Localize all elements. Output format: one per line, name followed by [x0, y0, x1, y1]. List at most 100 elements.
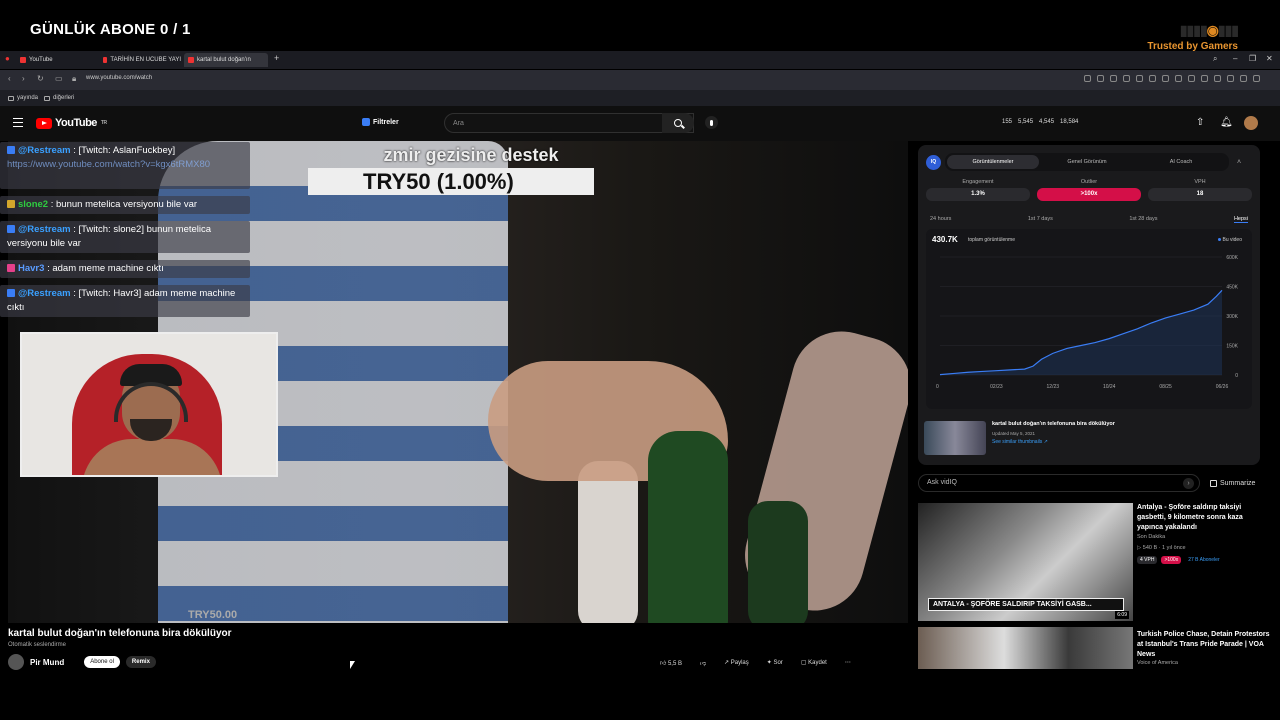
total-views-label[interactable]: toplam görüntülenme — [968, 237, 1015, 243]
share-button[interactable]: ↗ Paylaş — [724, 659, 749, 667]
remix-button[interactable]: Remix — [125, 656, 156, 668]
collapse-icon[interactable]: ˄ — [1237, 159, 1241, 166]
extension-icon[interactable] — [1097, 75, 1104, 82]
tab-tarihin[interactable]: TARİHİN EN UCUBE YAYI — [103, 53, 181, 67]
voice-search-icon[interactable] — [705, 116, 718, 129]
related-thumbnail[interactable] — [924, 421, 986, 455]
tab-kartal[interactable]: kartal bulut doğan'ın — [184, 53, 268, 67]
avatar[interactable] — [1244, 116, 1258, 130]
extension-icon[interactable] — [1162, 75, 1169, 82]
range-tabs: 24 hours 1st 7 days 1st 28 days Hepsi — [926, 216, 1252, 223]
badge-icon — [7, 264, 15, 272]
brand-overlay: ▮▮▮▮◉▮▮▮ Trusted by Gamers — [1147, 22, 1239, 52]
y-tick-label: 0 — [1235, 373, 1238, 379]
extension-icon[interactable] — [1175, 75, 1182, 82]
back-icon[interactable]: ‹ — [8, 74, 11, 83]
y-tick-label: 300K — [1226, 314, 1238, 320]
extension-icon[interactable] — [1227, 75, 1234, 82]
site-info-icon[interactable]: ▭ — [55, 74, 63, 83]
x-tick-label: 06/26 — [1216, 384, 1229, 390]
more-icon[interactable]: ⋯ — [845, 659, 851, 667]
bookmark-yayinda[interactable]: yayında — [8, 95, 38, 101]
ask-submit-icon[interactable]: › — [1183, 478, 1194, 489]
video-watermark: TRY50.00 — [188, 609, 238, 621]
related-video[interactable]: kartal bulut doğan'ın telefonuna bira dö… — [924, 421, 1192, 455]
youtube-favicon-icon — [103, 57, 108, 63]
recommendation-channel[interactable]: Son Dakika — [1137, 534, 1165, 540]
extension-icon[interactable] — [1084, 75, 1091, 82]
chart-legend: Bu video — [1218, 237, 1242, 243]
like-button[interactable]: 👍︎ 5,5 B — [660, 659, 682, 667]
minimize-icon[interactable]: – — [1233, 54, 1237, 63]
extension-icon[interactable] — [1240, 75, 1247, 82]
new-tab-icon[interactable]: + — [274, 53, 279, 63]
ask-vidiq-input[interactable]: Ask vidIQ — [918, 474, 1200, 492]
reload-icon[interactable]: ↻ — [37, 74, 44, 83]
channel-name[interactable]: Pir Mund — [30, 658, 64, 667]
range-7d[interactable]: 1st 7 days — [1028, 216, 1053, 223]
x-tick-label: 02/23 — [990, 384, 1003, 390]
save-label: Kaydet — [808, 660, 827, 666]
upload-icon[interactable]: ⇧ — [1196, 118, 1206, 128]
bookmark-label: yayında — [17, 95, 39, 101]
vidiq-panel: IQ Görüntülenmeler Genel Görünüm AI Coac… — [918, 145, 1260, 465]
extension-icon[interactable] — [1110, 75, 1117, 82]
tab-youtube[interactable]: YouTube — [20, 53, 100, 67]
range-24h[interactable]: 24 hours — [930, 216, 951, 223]
bookmark-digerleri[interactable]: diğerleri — [44, 95, 74, 101]
channel-avatar[interactable] — [8, 654, 24, 670]
youtube-logo[interactable]: YouTube TR — [36, 117, 107, 129]
extension-icon[interactable] — [1123, 75, 1130, 82]
tab-overview[interactable]: Genel Görünüm — [1041, 155, 1133, 169]
channel-row: Pir Mund Abone ol Remix — [8, 654, 156, 670]
similar-thumbnails-link[interactable]: See similar thumbnails ↗ — [992, 439, 1192, 445]
save-button[interactable]: ▢ Kaydet — [801, 659, 827, 667]
extension-icon[interactable] — [1201, 75, 1208, 82]
recommendation-channel[interactable]: Voice of America — [1137, 660, 1178, 666]
summarize-label: Summarize — [1220, 480, 1256, 487]
filters-button[interactable]: Filtreler — [362, 118, 399, 126]
range-all[interactable]: Hepsi — [1233, 216, 1248, 223]
notifications-bell-icon[interactable]: 🔔︎ — [1220, 118, 1233, 128]
recommendation-thumbnail[interactable] — [918, 627, 1133, 669]
search-button[interactable] — [662, 113, 694, 133]
summarize-button[interactable]: Summarize — [1210, 480, 1255, 487]
url-field[interactable]: www.youtube.com/watch — [86, 75, 152, 81]
search-tabs-icon[interactable]: ⌕ — [1213, 54, 1217, 64]
extension-icon[interactable] — [1253, 75, 1260, 82]
tab-label: kartal bulut doğan'ın — [197, 57, 251, 63]
extension-icon[interactable] — [1214, 75, 1221, 82]
region-code: TR — [100, 120, 107, 126]
donation-message: zmir gezisine destek — [383, 145, 559, 165]
ask-button[interactable]: ✦ Sor — [767, 659, 783, 667]
ask-label: Sor — [773, 660, 783, 666]
video-actions: 👍︎ 5,5 B 👎︎ ↗ Paylaş ✦ Sor ▢ Kaydet ⋯ — [660, 659, 851, 667]
tab-ai-coach[interactable]: AI Coach — [1135, 155, 1227, 169]
subscribe-button[interactable]: Abone ol — [84, 656, 120, 668]
total-views: 430.7K — [932, 235, 958, 244]
dislike-button[interactable]: 👎︎ — [700, 659, 706, 667]
recommendation-title[interactable]: Turkish Police Chase, Detain Protestors … — [1137, 630, 1273, 660]
search-icon — [674, 119, 682, 127]
opera-icon[interactable]: ● — [5, 54, 10, 63]
range-28d[interactable]: 1st 28 days — [1129, 216, 1157, 223]
search-input[interactable]: Ara — [444, 113, 694, 133]
extension-icon[interactable] — [1188, 75, 1195, 82]
bookmarks-bar: yayında diğerleri — [0, 90, 1280, 106]
recommendation-title[interactable]: Antalya - Şoföre saldırıp taksiyi gasbet… — [1137, 503, 1269, 533]
maximize-icon[interactable]: ❐ — [1249, 54, 1256, 63]
thumbnail-caption: ANTALYA - ŞOFÖRE SALDIRIP TAKSİYİ GASB..… — [928, 598, 1124, 611]
video-duration: 6:09 — [1115, 611, 1129, 619]
subscribers-badge: 27 B Aboneler — [1188, 557, 1220, 563]
auto-dub-label: Otomatik seslendirme — [8, 642, 67, 648]
hamburger-menu-icon[interactable] — [13, 118, 23, 127]
close-icon[interactable]: ✕ — [1266, 54, 1273, 63]
recommendation-thumbnail[interactable]: ANTALYA - ŞOFÖRE SALDIRIP TAKSİYİ GASB..… — [918, 503, 1133, 621]
tab-views[interactable]: Görüntülenmeler — [947, 155, 1039, 169]
chat-username: @Restream — [18, 145, 71, 156]
restream-icon — [7, 146, 15, 154]
related-title: kartal bulut doğan'ın telefonuna bira dö… — [992, 421, 1115, 427]
forward-icon[interactable]: › — [22, 74, 25, 83]
extension-icon[interactable] — [1136, 75, 1143, 82]
extension-icon[interactable] — [1149, 75, 1156, 82]
